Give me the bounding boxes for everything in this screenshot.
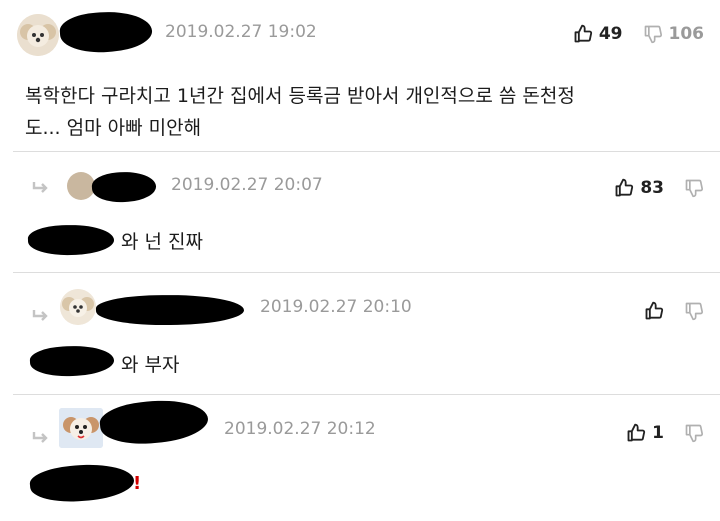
avatar[interactable] (67, 172, 95, 200)
reply-arrow-icon (32, 429, 50, 450)
downvote-count: 106 (668, 24, 705, 44)
avatar[interactable] (59, 408, 103, 448)
redacted-username (58, 8, 154, 56)
thumbs-down-icon[interactable] (684, 301, 704, 321)
comment-timestamp: 2019.02.27 20:12 (224, 419, 376, 439)
redacted-mention (29, 343, 115, 379)
upvote-count: 1 (652, 423, 664, 443)
redacted-mention (27, 223, 115, 257)
comment-text-line: 도... 엄마 아빠 미안해 (25, 117, 202, 139)
reply-arrow-icon (32, 179, 50, 200)
upvote-count: 49 (598, 24, 623, 44)
vote-bar (644, 301, 704, 321)
comment-timestamp: 2019.02.27 20:10 (260, 297, 412, 317)
reply-arrow-icon (32, 307, 50, 328)
thumbs-down-icon[interactable] (684, 178, 704, 198)
comment-text: 와 넌 진짜 (121, 231, 203, 253)
vote-bar: 83 (614, 178, 704, 198)
redacted-username (95, 293, 245, 327)
redacted-username (98, 395, 210, 449)
upvote-count: 83 (640, 178, 664, 198)
thumbs-down-icon[interactable] (684, 423, 704, 443)
vote-bar: 1 (626, 423, 704, 443)
avatar[interactable] (17, 14, 59, 56)
avatar[interactable] (60, 289, 96, 325)
redacted-username (91, 169, 157, 205)
comment-text: ! (133, 473, 142, 494)
comment-text-line: 복학한다 구라치고 1년간 집에서 등록금 받아서 개인적으로 씀 돈천정 (25, 85, 575, 107)
thumbs-up-icon[interactable] (626, 423, 646, 443)
comment-text: 복학한다 구라치고 1년간 집에서 등록금 받아서 개인적으로 씀 돈천정 도.… (25, 80, 575, 144)
thumbs-up-icon[interactable] (644, 301, 664, 321)
thumbs-up-icon[interactable] (614, 178, 634, 198)
reply-item: 2019.02.27 20:07 83 와 넌 진짜 (0, 152, 720, 273)
thumbs-up-icon[interactable] (573, 24, 593, 44)
comment-text: 와 부자 (121, 354, 180, 376)
redacted-text (28, 460, 136, 506)
reply-item: 2019.02.27 20:10 와 부자 (0, 273, 720, 395)
comment-timestamp: 2019.02.27 20:07 (171, 175, 323, 195)
reply-item: 2019.02.27 20:12 1 ! (0, 395, 720, 521)
comment-timestamp: 2019.02.27 19:02 (165, 22, 317, 42)
thumbs-down-icon[interactable] (643, 24, 663, 44)
vote-bar: 49 106 (573, 24, 704, 44)
comment-item: 2019.02.27 19:02 49 106 복학한다 구라치고 1년간 집에… (0, 0, 720, 152)
